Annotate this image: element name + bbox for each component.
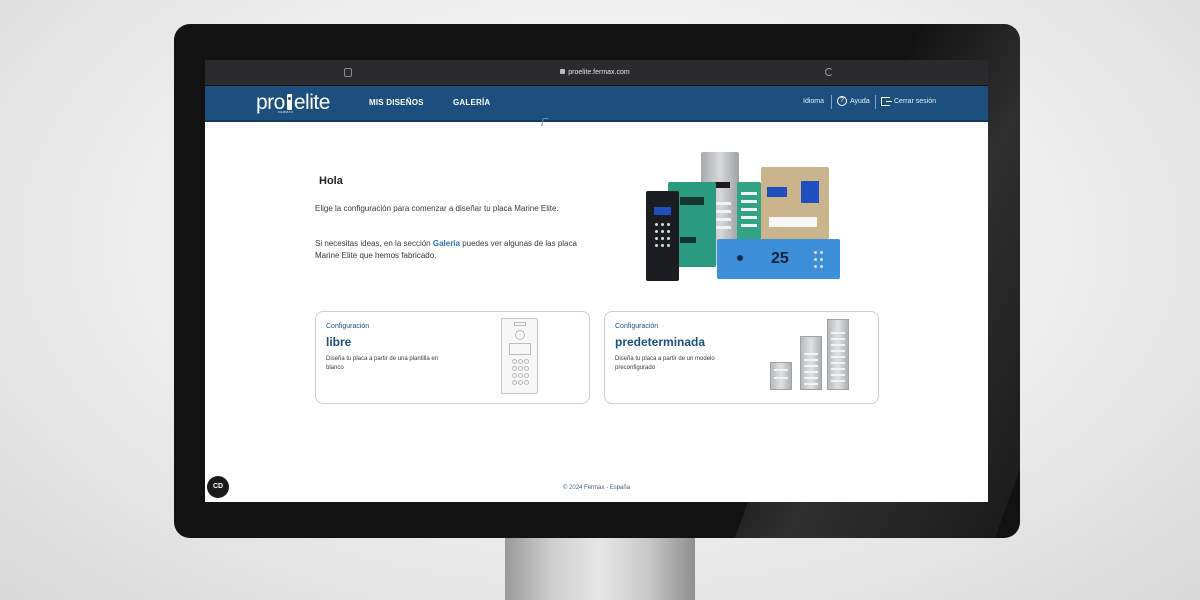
address-bar[interactable]: proelite.fermax.com: [355, 65, 835, 81]
panel-number: 25: [771, 250, 789, 267]
card-title: libre: [326, 335, 352, 349]
config-card-free[interactable]: Configuración libre Diseña tu placa a pa…: [315, 311, 590, 404]
nav-language[interactable]: Idioma: [803, 98, 824, 105]
gallery-link[interactable]: Galería: [433, 239, 460, 248]
intro-text: Elige la configuración para comenzar a d…: [315, 204, 559, 213]
blank-template-icon: [501, 318, 538, 394]
help-icon[interactable]: ?: [837, 96, 847, 106]
nav-gallery[interactable]: GALERÍA: [453, 98, 490, 107]
tab-overview-icon[interactable]: [344, 68, 352, 77]
nav-divider: [831, 95, 832, 109]
preset-panel-medium-icon: [800, 336, 822, 390]
card-description: Diseña tu placa a partir de una plantill…: [326, 356, 439, 371]
page-greeting: Hola: [319, 175, 343, 187]
footer-copyright: © 2024 Fermax - España: [562, 485, 631, 491]
reload-icon[interactable]: [825, 68, 833, 76]
card-kicker: Configuración: [326, 323, 370, 330]
card-kicker: Configuración: [615, 323, 659, 330]
logout-icon[interactable]: [881, 97, 892, 106]
app-navbar: pro elite FERMAX MIS DISEÑOS GALERÍA Idio…: [205, 86, 988, 126]
chat-widget-button[interactable]: CD: [207, 476, 229, 498]
panel-gold: [761, 167, 829, 239]
card-description: Diseña tu placa a partir de un modelo pr…: [615, 356, 715, 371]
logo-text-right: elite: [293, 91, 331, 114]
nav-logout[interactable]: Cerrar sesión: [894, 98, 936, 105]
hero-product-image: 25: [643, 152, 841, 282]
nav-divider: [875, 95, 876, 109]
browser-toolbar: proelite.fermax.com: [205, 60, 988, 86]
panel-black: [646, 191, 679, 281]
preset-panel-small-icon: [770, 362, 792, 390]
browser-window: proelite.fermax.com pro elite FERMAX MIS …: [205, 60, 988, 502]
lock-icon: [560, 69, 566, 74]
intro2-before: Si necesitas ideas, en la sección: [315, 239, 433, 248]
nav-help[interactable]: Ayuda: [850, 98, 870, 105]
config-card-preset[interactable]: Configuración predeterminada Diseña tu p…: [604, 311, 879, 404]
url-text: proelite.fermax.com: [568, 69, 630, 76]
monitor-stand: [505, 535, 695, 600]
mouse-cursor-icon: [541, 118, 549, 126]
preset-panel-large-icon: [827, 319, 849, 390]
logo-bar-icon: [286, 94, 292, 110]
nav-my-designs[interactable]: MIS DISEÑOS: [369, 98, 424, 107]
card-title: predeterminada: [615, 335, 706, 349]
logo-subtext: FERMAX: [278, 110, 294, 114]
intro-text-gallery: Si necesitas ideas, en la sección Galerí…: [315, 238, 585, 262]
